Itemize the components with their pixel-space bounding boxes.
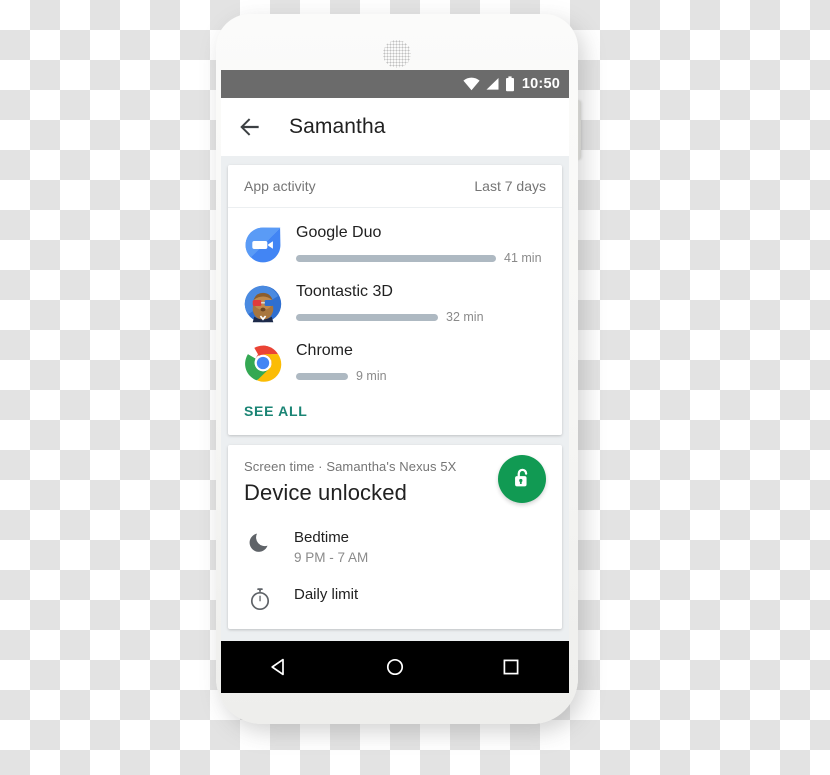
chrome-icon <box>245 345 282 382</box>
app-name: Chrome <box>296 342 353 359</box>
see-all-button[interactable]: SEE ALL <box>228 391 562 435</box>
setting-text: Bedtime 9 PM - 7 AM <box>294 528 368 565</box>
screen-time-card: Screen time · Samantha's Nexus 5X Device… <box>228 445 562 629</box>
nav-recents-button[interactable] <box>488 649 534 685</box>
status-bar-time: 10:50 <box>521 76 560 92</box>
app-activity-title: App activity <box>244 178 316 194</box>
setting-value: 9 PM - 7 AM <box>294 550 369 565</box>
back-triangle-icon <box>271 658 284 676</box>
home-circle-icon <box>386 658 404 676</box>
screen-time-settings-list: Bedtime 9 PM - 7 AM Daily limit <box>244 522 546 629</box>
usage-bar <box>296 372 348 380</box>
list-item[interactable]: Toontastic 3D 32 min <box>228 273 562 332</box>
app-name: Toontastic 3D <box>296 283 393 300</box>
screen-content: App activity Last 7 days Google Duo 41 m… <box>221 157 569 693</box>
app-usage: 41 min <box>296 251 546 265</box>
status-bar: 10:50 <box>221 70 569 98</box>
nav-back-button[interactable] <box>256 649 302 685</box>
setting-row-bedtime[interactable]: Bedtime 9 PM - 7 AM <box>244 522 546 579</box>
android-nav-bar <box>221 641 569 693</box>
signal-icon <box>486 78 499 90</box>
moon-icon <box>249 533 268 552</box>
app-info: Google Duo 41 min <box>296 223 546 265</box>
recents-square-icon <box>503 659 519 675</box>
app-activity-period: Last 7 days <box>474 178 546 194</box>
page-title: Samantha <box>289 115 386 138</box>
app-info: Toontastic 3D 32 min <box>296 282 546 324</box>
phone-screen: 10:50 Samantha App activity Last 7 days <box>221 70 569 693</box>
setting-row-daily-limit[interactable]: Daily limit <box>244 579 546 625</box>
app-name: Google Duo <box>296 224 382 241</box>
list-item[interactable]: Google Duo 41 min <box>228 214 562 273</box>
unlocked-padlock-icon <box>515 468 528 487</box>
usage-duration: 32 min <box>446 310 484 324</box>
setting-text: Daily limit <box>294 585 358 604</box>
stopwatch-icon <box>250 588 270 611</box>
app-info: Chrome 9 min <box>296 341 546 383</box>
google-duo-icon <box>245 227 281 263</box>
nav-home-button[interactable] <box>372 649 418 685</box>
usage-duration: 41 min <box>504 251 542 265</box>
app-bar: Samantha <box>221 98 569 157</box>
app-usage: 32 min <box>296 310 546 324</box>
app-activity-card: App activity Last 7 days Google Duo 41 m… <box>228 165 562 435</box>
usage-duration: 9 min <box>356 369 387 383</box>
app-activity-header: App activity Last 7 days <box>228 165 562 208</box>
lock-device-button[interactable] <box>498 455 546 503</box>
toontastic-3d-icon <box>244 285 282 323</box>
back-arrow-icon[interactable] <box>237 114 263 140</box>
app-activity-list: Google Duo 41 min Toontastic 3D 32 min C… <box>228 208 562 391</box>
setting-label: Bedtime <box>294 529 350 546</box>
usage-bar <box>296 313 438 321</box>
app-usage: 9 min <box>296 369 546 383</box>
speaker-grille-icon <box>383 40 411 68</box>
list-item[interactable]: Chrome 9 min <box>228 332 562 391</box>
battery-icon <box>505 76 514 92</box>
wifi-icon <box>463 77 480 91</box>
usage-bar <box>296 254 496 262</box>
setting-label: Daily limit <box>294 586 359 603</box>
